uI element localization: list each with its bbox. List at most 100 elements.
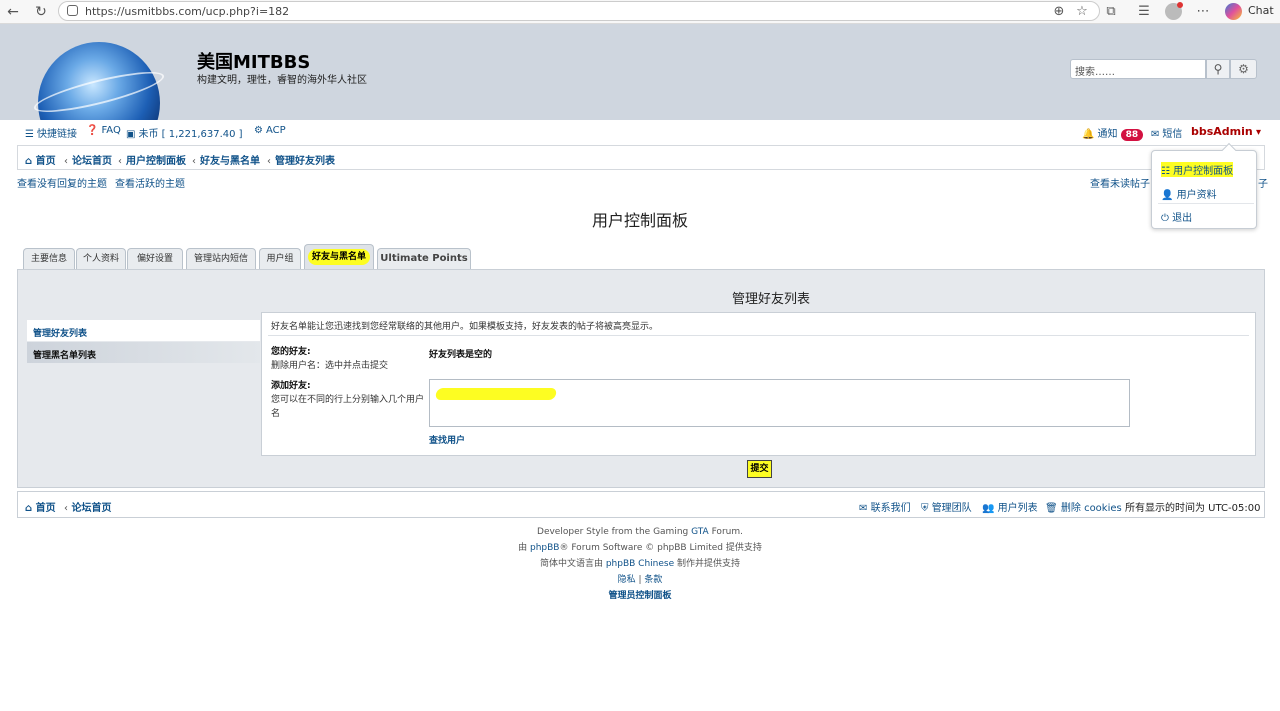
breadcrumb-zebra[interactable]: ‹ 好友与黑名单 (192, 152, 260, 167)
credits-line-policy: 隐私 | 条款 (617, 575, 663, 585)
intro-text: 好友名单能让您迅速找到您经常联络的其他用户。如果模板支持，好友发表的帖子将被高亮… (271, 322, 659, 332)
new-posts-link[interactable]: 子 (1258, 175, 1268, 190)
contact-link[interactable]: ✉ 联系我们 (859, 499, 911, 514)
dropdown-item-profile[interactable]: 👤 用户资料 (1161, 186, 1217, 201)
add-friends-hint: 您可以在不同的行上分别输入几个用户名 (271, 395, 425, 419)
user-menu-toggle[interactable]: bbsAdmin ▾ (1191, 125, 1261, 138)
breadcrumb-board-index[interactable]: ‹ 论坛首页 (64, 152, 112, 167)
notifications-link[interactable]: 🔔 通知 88 (1082, 125, 1144, 141)
footer-home-link[interactable]: ⌂ 首页 (25, 499, 56, 514)
gta-forum-link[interactable]: GTA (691, 527, 709, 537)
users-icon: 👥 (982, 503, 995, 514)
acp-link[interactable]: ⚙ ACP (254, 125, 286, 136)
credits-text: Developer Style from the Gaming (537, 527, 692, 537)
browser-toolbar: ← ↻ https://usmitbbs.com/ucp.php?i=182 ⊕… (0, 0, 1280, 24)
caret-down-icon: ▾ (1255, 127, 1261, 138)
breadcrumb: ⌂ 首页 ‹ 论坛首页 ‹ 用户控制面板 ‹ 好友与黑名单 ‹ 管理好友列表 (17, 145, 1265, 170)
breadcrumb-label: 论坛首页 (72, 156, 112, 167)
sidebar-item-foes[interactable]: 管理黑名单列表 (27, 342, 260, 363)
chevron-left-icon: ‹ (64, 503, 68, 514)
quick-links-menu[interactable]: ☰ 快捷链接 (25, 125, 77, 140)
tab-zebra-label: 好友与黑名单 (307, 249, 370, 265)
url-text: https://usmitbbs.com/ucp.php?i=182 (85, 5, 290, 18)
private-messages-link[interactable]: ✉ 短信 (1151, 125, 1182, 140)
tab-preferences[interactable]: 偏好设置 (127, 248, 183, 269)
terms-link[interactable]: 条款 (644, 575, 662, 585)
unanswered-topics-link[interactable]: 查看没有回复的主题 (17, 175, 107, 190)
faq-link[interactable]: ❓ FAQ (86, 125, 121, 136)
add-friends-field-label: 添加好友: 您可以在不同的行上分别输入几个用户名 (271, 379, 426, 421)
members-link[interactable]: 👥 用户列表 (982, 499, 1038, 514)
coins-icon: ▣ (126, 129, 136, 140)
question-icon: ❓ (86, 125, 99, 136)
footer-board-index-link[interactable]: ‹ 论坛首页 (64, 499, 111, 514)
credits-text: 简体中文语言由 (539, 559, 606, 569)
credits-text: 由 (518, 543, 530, 553)
content-divider (268, 335, 1249, 336)
active-topics-link[interactable]: 查看活跃的主题 (115, 175, 185, 190)
credits-text: 制作并提供支持 (674, 559, 741, 569)
favorites-icon[interactable]: ☰ (1135, 3, 1153, 21)
more-menu-icon[interactable]: ⋯ (1194, 3, 1212, 21)
zoom-icon[interactable]: ⊕ (1050, 3, 1068, 21)
breadcrumb-home[interactable]: ⌂ 首页 (25, 152, 56, 167)
notifications-label: 通知 (1097, 129, 1118, 140)
sliders-icon: ☷ (1161, 166, 1170, 177)
unread-posts-link[interactable]: 查看未读帖子 (1090, 175, 1150, 190)
phpbb-chinese-link[interactable]: phpBB Chinese (606, 559, 674, 569)
menu-icon: ☰ (25, 129, 34, 140)
chevron-left-icon: ‹ (118, 156, 122, 167)
profile-avatar-icon[interactable] (1165, 2, 1183, 20)
tab-zebra[interactable]: 好友与黑名单 (304, 244, 374, 269)
credits-text: ® Forum Software © phpBB Limited 提供支持 (559, 543, 762, 553)
home-icon: ⌂ (25, 503, 33, 514)
tab-ultimate-points[interactable]: Ultimate Points (377, 248, 471, 269)
dropdown-item-logout[interactable]: ⏻ 退出 (1161, 209, 1192, 224)
friends-form: 好友名单能让您迅速找到您经常联络的其他用户。如果模板支持，好友发表的帖子将被高亮… (261, 312, 1256, 456)
copilot-icon[interactable] (1225, 3, 1242, 20)
tab-usergroups[interactable]: 用户组 (259, 248, 301, 269)
footer-navbar: ⌂ 首页 ‹ 论坛首页 ✉ 联系我们 ⛨ 管理团队 👥 用户列表 🗑 删除 co… (17, 491, 1265, 518)
team-link[interactable]: ⛨ 管理团队 (921, 499, 972, 514)
search-input[interactable]: 搜索…… (1070, 59, 1206, 79)
tab-main[interactable]: 主要信息 (23, 248, 75, 269)
timezone-info: 所有显示的时间为 UTC-05:00 (1125, 503, 1261, 514)
messages-label: 短信 (1162, 129, 1183, 140)
power-icon: ⏻ (1161, 213, 1169, 224)
dropdown-divider (1158, 203, 1254, 204)
dropdown-item-ucp[interactable]: ☷ 用户控制面板 (1161, 162, 1234, 177)
coins-link[interactable]: ▣ 未币 [ 1,221,637.40 ] (126, 125, 243, 140)
notification-count-badge: 88 (1120, 129, 1144, 141)
find-user-link[interactable]: 查找用户 (429, 433, 465, 446)
breadcrumb-friends[interactable]: ‹ 管理好友列表 (267, 152, 335, 167)
submit-button[interactable]: 提交 (747, 460, 772, 478)
tab-profile[interactable]: 个人资料 (76, 248, 126, 269)
chat-button[interactable]: Chat (1248, 4, 1274, 17)
privacy-link[interactable]: 隐私 (618, 575, 636, 585)
site-info-icon[interactable] (67, 5, 78, 16)
favorite-star-icon[interactable]: ☆ (1073, 3, 1091, 21)
your-friends-hint: 删除用户名：选中并点击提交 (271, 361, 389, 371)
breadcrumb-ucp[interactable]: ‹ 用户控制面板 (118, 152, 186, 167)
reload-icon[interactable]: ↻ (32, 3, 50, 21)
user-dropdown-menu: ☷ 用户控制面板 👤 用户资料 ⏻ 退出 (1151, 142, 1257, 229)
sidebar-item-friends[interactable]: 管理好友列表 (27, 320, 260, 341)
add-friends-textarea[interactable] (429, 379, 1130, 427)
delete-cookies-link[interactable]: 🗑 删除 cookies (1045, 499, 1122, 514)
advanced-search-button[interactable]: ⚙ (1230, 59, 1257, 79)
phpbb-link[interactable]: phpBB (530, 543, 559, 553)
extensions-icon[interactable]: ⧉ (1102, 3, 1120, 21)
chevron-left-icon: ‹ (267, 156, 271, 167)
tab-pm[interactable]: 管理站内短信 (186, 248, 256, 269)
search-button[interactable]: ⚲ (1206, 59, 1230, 79)
faq-label: FAQ (101, 125, 121, 136)
page-title: 用户控制面板 (591, 211, 688, 230)
address-bar[interactable]: https://usmitbbs.com/ucp.php?i=182 (58, 1, 1100, 21)
cogs-icon: ⚙ (254, 125, 263, 136)
acp-footer-link[interactable]: 管理员控制面板 (0, 588, 1280, 601)
back-icon[interactable]: ← (4, 3, 22, 21)
site-logo[interactable] (32, 36, 166, 120)
trash-icon: 🗑 (1045, 503, 1058, 514)
gear-icon: ⚙ (1238, 62, 1249, 76)
dropdown-item-label: 用户控制面板 (1173, 166, 1234, 177)
